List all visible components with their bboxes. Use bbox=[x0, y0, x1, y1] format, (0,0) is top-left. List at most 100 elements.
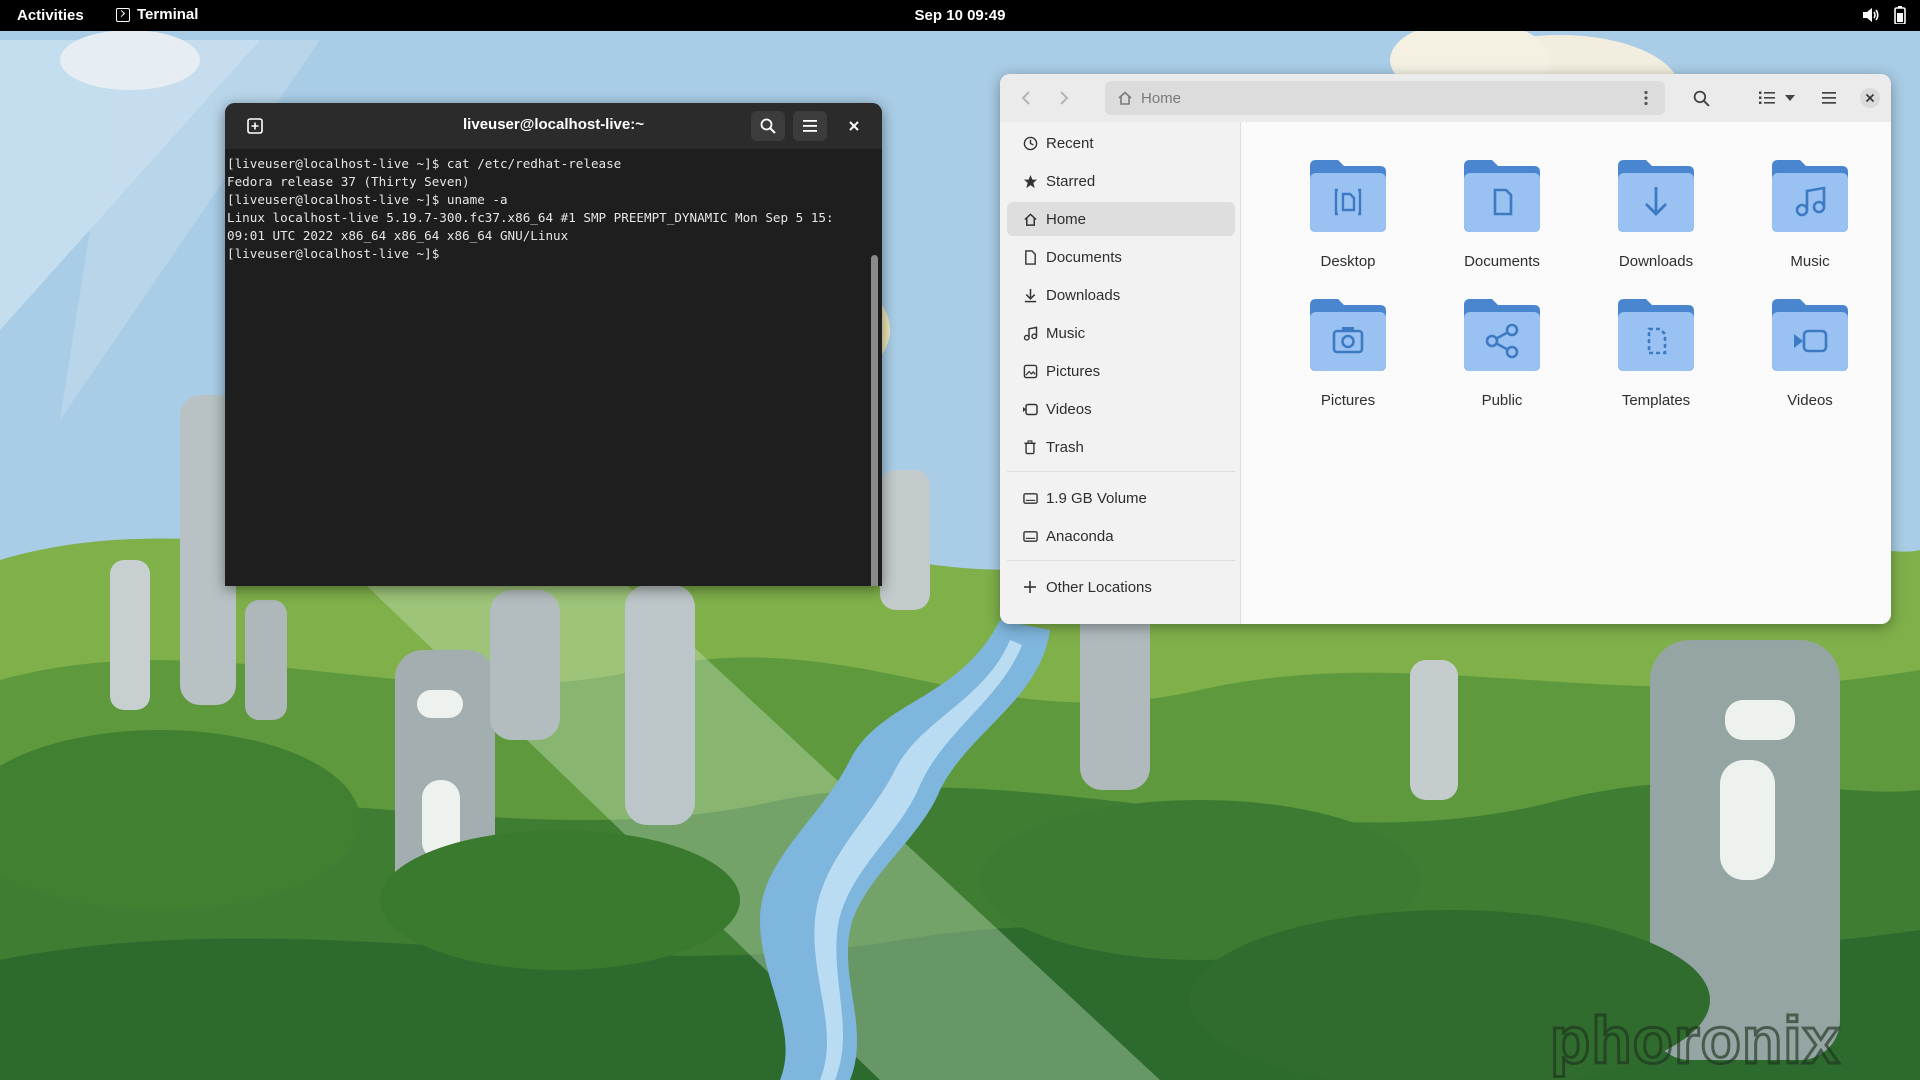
files-window[interactable]: Home Recent Starred Home Documents Downl… bbox=[1000, 74, 1891, 624]
pictures-folder-icon bbox=[1310, 299, 1386, 371]
sidebar-separator bbox=[1007, 560, 1235, 561]
chevron-down-icon bbox=[1785, 95, 1795, 101]
terminal-prompt-line: [liveuser@localhost-live ~]$ bbox=[227, 246, 447, 261]
sidebar-item-starred[interactable]: Starred bbox=[1007, 164, 1235, 198]
download-icon bbox=[1024, 288, 1036, 302]
document-icon bbox=[1024, 249, 1036, 265]
files-content-grid[interactable]: Desktop Documents Downloads Music Pictur… bbox=[1241, 122, 1891, 624]
sidebar-item-recent[interactable]: Recent bbox=[1007, 126, 1235, 160]
files-header-bar[interactable]: Home bbox=[1000, 74, 1891, 122]
volume-icon bbox=[1863, 8, 1879, 22]
sidebar-item-label: Videos bbox=[1046, 400, 1092, 418]
sidebar-item-anaconda[interactable]: Anaconda bbox=[1007, 519, 1235, 553]
terminal-header-bar[interactable]: liveuser@localhost-live:~ bbox=[225, 103, 882, 149]
sidebar-item-label: Home bbox=[1046, 210, 1087, 228]
sidebar-item-label: Documents bbox=[1046, 248, 1122, 266]
files-search-button[interactable] bbox=[1688, 84, 1714, 112]
activities-button[interactable]: Activities bbox=[17, 7, 84, 24]
terminal-window[interactable]: liveuser@localhost-live:~ [liveuser@loca… bbox=[225, 103, 882, 586]
phoronix-watermark: phoronix bbox=[1548, 1002, 1841, 1079]
documents-folder-icon bbox=[1464, 160, 1540, 232]
app-menu[interactable]: Terminal bbox=[116, 6, 198, 23]
picture-icon bbox=[1023, 364, 1037, 378]
folder-templates[interactable]: Templates bbox=[1596, 293, 1716, 423]
sidebar-item-home[interactable]: Home bbox=[1007, 202, 1235, 236]
music-note-icon bbox=[1023, 326, 1037, 341]
view-mode-button[interactable] bbox=[1752, 84, 1802, 112]
folder-label: Templates bbox=[1621, 392, 1691, 409]
top-bar: Activities Terminal Sep 10 09:49 bbox=[0, 0, 1920, 31]
sidebar-item-volume[interactable]: 1.9 GB Volume bbox=[1007, 481, 1235, 515]
terminal-line: [liveuser@localhost-live ~]$ cat /etc/re… bbox=[227, 156, 622, 171]
files-menu-button[interactable] bbox=[1816, 84, 1842, 112]
app-menu-label: Terminal bbox=[137, 6, 199, 23]
new-tab-icon bbox=[247, 118, 263, 134]
folder-label: Downloads bbox=[1618, 253, 1694, 270]
folder-label: Music bbox=[1790, 253, 1830, 270]
home-icon bbox=[1023, 212, 1037, 226]
sidebar-item-trash[interactable]: Trash bbox=[1007, 430, 1235, 464]
close-icon bbox=[1860, 88, 1880, 108]
folder-desktop[interactable]: Desktop bbox=[1288, 154, 1408, 284]
terminal-menu-button[interactable] bbox=[793, 111, 827, 141]
trash-icon bbox=[1024, 439, 1036, 454]
path-bar-label: Home bbox=[1141, 90, 1182, 107]
folder-label: Pictures bbox=[1320, 392, 1376, 409]
path-bar[interactable]: Home bbox=[1105, 81, 1665, 115]
battery-icon bbox=[1894, 6, 1906, 24]
vertical-dots-icon bbox=[1644, 90, 1648, 106]
drive-icon bbox=[1022, 492, 1038, 504]
files-close-button[interactable] bbox=[1857, 84, 1883, 112]
list-view-icon bbox=[1759, 91, 1775, 104]
terminal-line: Linux localhost-live 5.19.7-300.fc37.x86… bbox=[227, 210, 834, 225]
files-sidebar: Recent Starred Home Documents Downloads … bbox=[1000, 122, 1241, 624]
folder-documents[interactable]: Documents bbox=[1442, 154, 1562, 284]
terminal-line: 09:01 UTC 2022 x86_64 x86_64 x86_64 GNU/… bbox=[227, 228, 569, 243]
folder-music[interactable]: Music bbox=[1750, 154, 1870, 284]
sidebar-item-downloads[interactable]: Downloads bbox=[1007, 278, 1235, 312]
terminal-output[interactable]: [liveuser@localhost-live ~]$ cat /etc/re… bbox=[225, 149, 882, 586]
sidebar-item-label: Music bbox=[1046, 324, 1086, 342]
video-icon bbox=[1023, 403, 1038, 415]
close-icon bbox=[849, 121, 859, 131]
terminal-line: Fedora release 37 (Thirty Seven) bbox=[227, 174, 470, 189]
sidebar-item-music[interactable]: Music bbox=[1007, 316, 1235, 350]
sidebar-item-label: Other Locations bbox=[1046, 578, 1152, 596]
path-options-button[interactable] bbox=[1635, 87, 1657, 109]
new-tab-button[interactable] bbox=[240, 111, 270, 141]
forward-button[interactable] bbox=[1052, 86, 1076, 110]
star-icon bbox=[1023, 174, 1037, 188]
folder-label: Desktop bbox=[1320, 253, 1376, 270]
sidebar-item-pictures[interactable]: Pictures bbox=[1007, 354, 1235, 388]
chevron-right-icon bbox=[1060, 91, 1069, 105]
search-icon bbox=[1693, 90, 1710, 107]
sidebar-item-label: Anaconda bbox=[1046, 527, 1114, 545]
sidebar-item-videos[interactable]: Videos bbox=[1007, 392, 1235, 426]
folder-public[interactable]: Public bbox=[1442, 293, 1562, 423]
hamburger-menu-icon bbox=[1822, 92, 1836, 104]
system-menu[interactable] bbox=[1862, 6, 1906, 24]
chevron-left-icon bbox=[1021, 91, 1030, 105]
folder-label: Videos bbox=[1787, 392, 1833, 409]
back-button[interactable] bbox=[1014, 86, 1038, 110]
terminal-scrollbar[interactable] bbox=[871, 255, 878, 586]
terminal-close-button[interactable] bbox=[837, 111, 871, 141]
templates-folder-icon bbox=[1618, 299, 1694, 371]
downloads-folder-icon bbox=[1618, 160, 1694, 232]
terminal-line: [liveuser@localhost-live ~]$ uname -a bbox=[227, 192, 508, 207]
folder-videos[interactable]: Videos bbox=[1750, 293, 1870, 423]
music-folder-icon bbox=[1772, 160, 1848, 232]
sidebar-separator bbox=[1007, 471, 1235, 472]
sidebar-item-label: Recent bbox=[1046, 134, 1094, 152]
terminal-app-icon bbox=[116, 7, 130, 22]
share-folder-icon bbox=[1464, 299, 1540, 371]
clock[interactable]: Sep 10 09:49 bbox=[915, 7, 1006, 24]
plus-icon bbox=[1024, 581, 1036, 593]
terminal-search-button[interactable] bbox=[751, 111, 785, 141]
folder-pictures[interactable]: Pictures bbox=[1288, 293, 1408, 423]
sidebar-item-documents[interactable]: Documents bbox=[1007, 240, 1235, 274]
sidebar-item-label: Downloads bbox=[1046, 286, 1121, 304]
folder-downloads[interactable]: Downloads bbox=[1596, 154, 1716, 284]
videos-folder-icon bbox=[1772, 299, 1848, 371]
sidebar-item-other-locations[interactable]: Other Locations bbox=[1007, 570, 1235, 604]
